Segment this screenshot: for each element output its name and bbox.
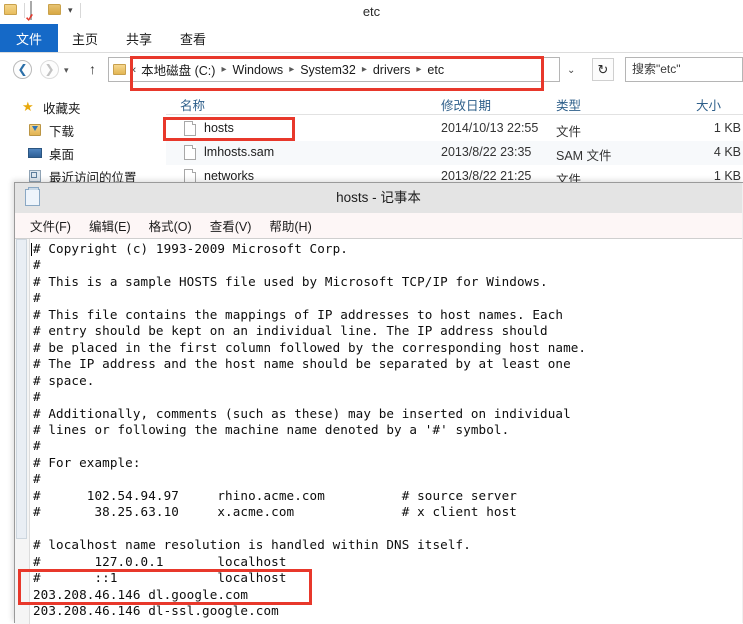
folder-icon-address (113, 63, 126, 76)
breadcrumb-separator-3: ▸ (361, 64, 367, 75)
ribbon-tabs: 文件 主页 共享 查看 (0, 24, 220, 52)
hosts-file-content: # Copyright (c) 1993-2009 Microsoft Corp… (33, 241, 587, 618)
menu-format[interactable]: 格式(O) (140, 216, 201, 235)
table-row[interactable]: hosts 2014/10/13 22:55 文件 1 KB (166, 117, 743, 141)
scrollbar-thumb[interactable] (16, 239, 27, 539)
file-date: 2013/8/22 21:25 (441, 169, 532, 183)
sidebar-item-desktop[interactable]: 桌面 (28, 142, 74, 164)
up-button[interactable]: ↑ (89, 61, 96, 78)
back-button[interactable]: ❮ (13, 60, 32, 79)
forward-button[interactable]: ❯ (40, 60, 59, 79)
navigation-bar: ❮ ❯ ▾ ↑ « 本地磁盘 (C:) ▸ Windows ▸ System32… (0, 53, 743, 86)
quick-access-toolbar: ▾ etc (0, 0, 743, 24)
text-caret (31, 243, 32, 256)
breadcrumb-item-drive[interactable]: 本地磁盘 (C:) (139, 60, 217, 79)
breadcrumb-separator-4: ▸ (416, 64, 422, 75)
menu-file[interactable]: 文件(F) (21, 216, 80, 235)
notepad-window: hosts - 记事本 文件(F) 编辑(E) 格式(O) 查看(V) 帮助(H… (14, 182, 743, 624)
file-size: 1 KB (713, 121, 741, 135)
file-name: lmhosts.sam (204, 145, 275, 159)
column-header-size[interactable]: 大小 (696, 95, 721, 114)
recent-locations-caret-icon[interactable]: ▾ (64, 65, 69, 76)
column-header-type[interactable]: 类型 (556, 95, 581, 114)
address-bar[interactable]: « 本地磁盘 (C:) ▸ Windows ▸ System32 ▸ drive… (108, 57, 560, 82)
file-name: hosts (204, 121, 234, 135)
window-title: etc (362, 4, 381, 19)
breadcrumb-item-drivers[interactable]: drivers (371, 63, 413, 77)
file-name: networks (204, 169, 255, 183)
file-icon (184, 145, 196, 160)
star-icon: ★ (22, 99, 34, 114)
ribbon-bar: 文件 主页 共享 查看 (0, 24, 743, 53)
column-header-name[interactable]: 名称 (180, 95, 205, 114)
file-date: 2014/10/13 22:55 (441, 121, 539, 135)
file-type: SAM 文件 (556, 149, 612, 163)
breadcrumb-separator-1: ▸ (221, 64, 227, 75)
address-dropdown-icon[interactable]: ⌄ (567, 65, 575, 76)
recent-places-icon (28, 169, 43, 183)
column-header-date[interactable]: 修改日期 (441, 95, 491, 114)
sidebar-item-downloads[interactable]: 下载 (28, 119, 74, 141)
vertical-scrollbar[interactable] (15, 239, 30, 624)
menu-view[interactable]: 查看(V) (201, 216, 261, 235)
notepad-text-area[interactable]: # Copyright (c) 1993-2009 Microsoft Corp… (15, 238, 742, 624)
file-icon (184, 121, 196, 136)
file-size: 1 KB (713, 169, 741, 183)
notepad-menu-bar: 文件(F) 编辑(E) 格式(O) 查看(V) 帮助(H) (15, 213, 742, 239)
breadcrumb-overflow-icon[interactable]: « (130, 64, 139, 76)
breadcrumb: « 本地磁盘 (C:) ▸ Windows ▸ System32 ▸ drive… (130, 60, 446, 79)
downloads-folder-icon (28, 123, 43, 137)
breadcrumb-item-system32[interactable]: System32 (298, 63, 358, 77)
tab-view[interactable]: 查看 (166, 24, 220, 52)
notepad-title-bar[interactable]: hosts - 记事本 (15, 183, 742, 214)
tab-home[interactable]: 主页 (58, 24, 112, 52)
file-size: 4 KB (713, 145, 741, 159)
sidebar-item-label: 桌面 (49, 147, 75, 162)
desktop-icon (28, 146, 43, 160)
table-row[interactable]: lmhosts.sam 2013/8/22 23:35 SAM 文件 4 KB (166, 141, 743, 165)
menu-edit[interactable]: 编辑(E) (80, 216, 140, 235)
column-header-row: 名称 修改日期 类型 大小 (166, 92, 743, 115)
sidebar-item-label: 下载 (49, 124, 75, 139)
sidebar-item-favorites[interactable]: ★ 收藏夹 (22, 96, 81, 118)
breadcrumb-separator-2: ▸ (289, 64, 295, 75)
breadcrumb-item-etc[interactable]: etc (425, 63, 446, 77)
menu-help[interactable]: 帮助(H) (260, 216, 320, 235)
sidebar-item-label: 收藏夹 (43, 101, 81, 116)
tab-file[interactable]: 文件 (0, 24, 59, 52)
notepad-title: hosts - 记事本 (336, 190, 421, 205)
search-input[interactable]: 搜索"etc" (625, 57, 743, 82)
refresh-button[interactable]: ↻ (592, 58, 614, 81)
file-type: 文件 (556, 125, 582, 139)
menu-items: 文件(F) 编辑(E) 格式(O) 查看(V) 帮助(H) (21, 213, 321, 238)
tab-share[interactable]: 共享 (112, 24, 166, 52)
breadcrumb-item-windows[interactable]: Windows (230, 63, 285, 77)
file-date: 2013/8/22 23:35 (441, 145, 532, 159)
